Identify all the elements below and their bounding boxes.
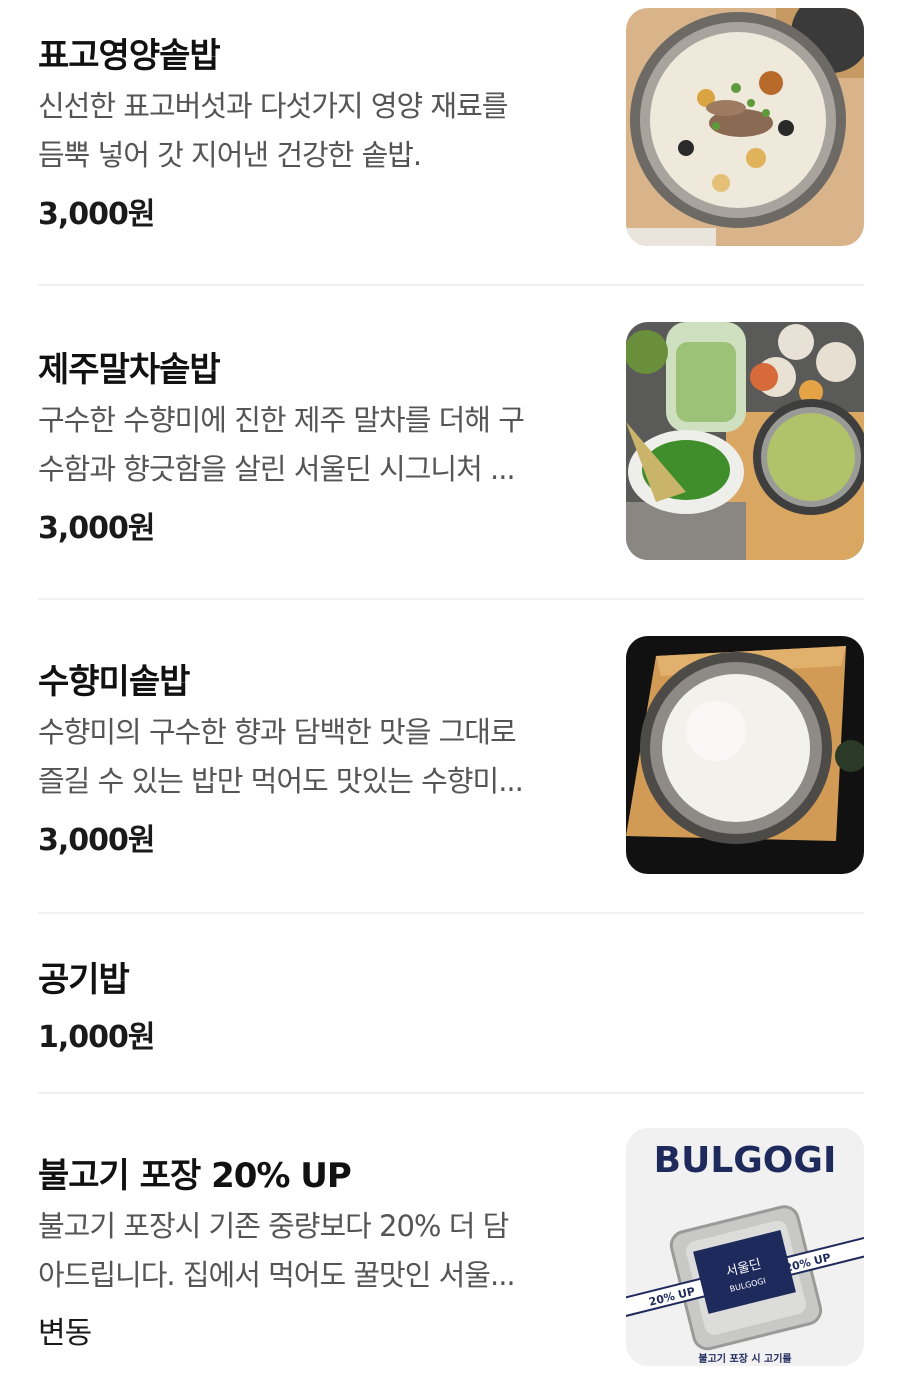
promo-headline: BULGOGI — [654, 1140, 837, 1181]
mushroom-pot-rice-image[interactable] — [626, 8, 864, 246]
menu-item-price: 변동 — [38, 1316, 92, 1351]
menu-item-price: 3,000원 — [38, 511, 155, 546]
menu-item-price: 1,000원 — [38, 1020, 155, 1055]
menu-item-matcha-rice[interactable]: 제주말차솥밥 구수한 수향미에 진한 제주 말차를 더해 구 수함과 향긋함을 … — [38, 286, 864, 598]
menu-item-description: 수향미의 구수한 향과 담백한 맛을 그대로 즐길 수 있는 밥만 먹어도 맛있… — [38, 715, 524, 798]
menu-item-title: 표고영양솥밥 — [38, 36, 221, 76]
menu-item-title: 공기밥 — [38, 960, 130, 1000]
menu-item-price: 3,000원 — [38, 823, 155, 858]
promo-footer: 불고기 포장 시 고기를 — [698, 1352, 791, 1365]
white-pot-rice-image[interactable] — [626, 636, 864, 874]
menu-item-title: 불고기 포장 20% UP — [38, 1156, 352, 1196]
menu-item-price: 3,000원 — [38, 197, 155, 232]
menu-item-title: 제주말차솥밥 — [38, 350, 221, 390]
menu-item-title: 수향미솥밥 — [38, 662, 190, 702]
menu-item-bowl-rice[interactable]: 공기밥 1,000원 — [38, 914, 864, 1092]
menu-item-description: 신선한 표고버섯과 다섯가지 영양 재료를 듬뿍 넣어 갓 지어낸 건강한 솥밥… — [38, 89, 508, 172]
menu-item-description: 불고기 포장시 기존 중량보다 20% 더 담 아드립니다. 집에서 먹어도 꿀… — [38, 1209, 516, 1292]
menu-item-suhyangmi-rice[interactable]: 수향미솥밥 수향미의 구수한 향과 담백한 맛을 그대로 즐길 수 있는 밥만 … — [38, 600, 864, 912]
menu-item-mushroom-rice[interactable]: 표고영양솥밥 신선한 표고버섯과 다섯가지 영양 재료를 듬뿍 넣어 갓 지어낸… — [38, 0, 864, 284]
menu-item-description: 구수한 수향미에 진한 제주 말차를 더해 구 수함과 향긋함을 살린 서울딘 … — [38, 403, 525, 486]
menu-item-bulgogi-takeout[interactable]: 불고기 포장 20% UP 불고기 포장시 기존 중량보다 20% 더 담 아드… — [38, 1094, 864, 1396]
bulgogi-promo-image[interactable]: BULGOGI 20% UP 20% UP 20% UP 서울딘 BULGOGI… — [626, 1128, 864, 1366]
matcha-pot-rice-image[interactable] — [626, 322, 864, 560]
